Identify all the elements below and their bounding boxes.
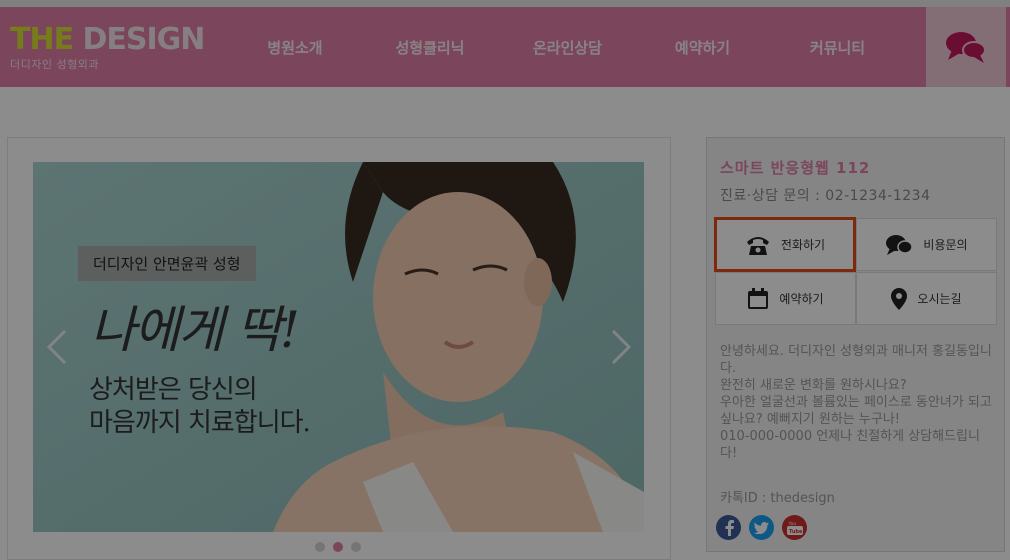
- cost-inquiry-label: 비용문의: [923, 238, 968, 252]
- calendar-icon: [748, 287, 769, 309]
- logo-subtitle: 더디자인 성형외과: [10, 58, 99, 71]
- slide-subtitle-line1: 상처받은 당신의: [89, 375, 258, 405]
- site-header: THE DESIGN 더디자인 성형외과 병원소개 성형클리닉 온라인상담 예약…: [0, 7, 1010, 87]
- slider-dot-1[interactable]: [315, 542, 325, 552]
- nav-about[interactable]: 병원소개: [230, 37, 360, 58]
- reserve-label: 예약하기: [779, 292, 824, 306]
- svg-text:Tube: Tube: [789, 529, 803, 535]
- reserve-button[interactable]: 예약하기: [715, 272, 856, 325]
- chat-button[interactable]: [926, 7, 1006, 87]
- chat-bubbles-icon: [946, 32, 986, 63]
- header-edge: [1006, 7, 1010, 87]
- header-top-strip: [0, 0, 1010, 7]
- main-nav: 병원소개 성형클리닉 온라인상담 예약하기 커뮤니티: [230, 7, 905, 87]
- slide-badge: 더디자인 안면윤곽 성형: [78, 246, 256, 281]
- nav-community[interactable]: 커뮤니티: [770, 37, 905, 58]
- twitter-icon[interactable]: [749, 515, 774, 540]
- location-pin-icon: [891, 287, 908, 310]
- contact-panel: 스마트 반응형웹 112 진료·상담 문의 : 02-1234-1234 비용문…: [706, 137, 1005, 552]
- logo-the: THE: [10, 22, 74, 57]
- prev-arrow-icon[interactable]: [43, 327, 73, 367]
- slide-title: 나에게 딱!: [90, 301, 300, 359]
- slider-dot-2[interactable]: [333, 542, 343, 552]
- slide-subtitle: 상처받은 당신의 마음까지 치료합니다.: [89, 374, 311, 440]
- facebook-icon[interactable]: [716, 515, 741, 540]
- phone-icon: [746, 236, 769, 255]
- nav-consult[interactable]: 온라인상담: [500, 37, 635, 58]
- social-links: You Tube: [716, 515, 807, 540]
- chat-icon: [886, 234, 914, 255]
- call-label: 전화하기: [780, 238, 826, 252]
- panel-phone: 진료·상담 문의 : 02-1234-1234: [720, 188, 931, 204]
- cost-inquiry-button[interactable]: 비용문의: [856, 218, 997, 271]
- kakao-id: 카톡ID : thedesign: [720, 491, 835, 506]
- call-button[interactable]: 전화하기: [714, 217, 856, 272]
- slider-dot-3[interactable]: [351, 542, 361, 552]
- slider-dots: [315, 542, 361, 552]
- panel-message: 안녕하세요. 더디자인 성형외과 매니저 홍길동입니다. 완전히 새로운 변화를…: [720, 344, 992, 461]
- svg-text:You: You: [787, 521, 796, 527]
- logo-design: DESIGN: [73, 22, 206, 57]
- panel-title: 스마트 반응형웹 112: [720, 159, 871, 177]
- slide-subtitle-line2: 마음까지 치료합니다.: [89, 408, 311, 438]
- hero-slide: 더디자인 안면윤곽 성형 나에게 딱! 상처받은 당신의 마음까지 치료합니다.: [33, 162, 644, 532]
- next-arrow-icon[interactable]: [605, 327, 635, 367]
- nav-clinic[interactable]: 성형클리닉: [360, 37, 500, 58]
- directions-button[interactable]: 오시는길: [856, 272, 997, 325]
- nav-reserve[interactable]: 예약하기: [635, 37, 770, 58]
- logo[interactable]: THE DESIGN 더디자인 성형외과: [10, 22, 206, 72]
- directions-label: 오시는길: [917, 292, 962, 306]
- youtube-icon[interactable]: You Tube: [782, 515, 807, 540]
